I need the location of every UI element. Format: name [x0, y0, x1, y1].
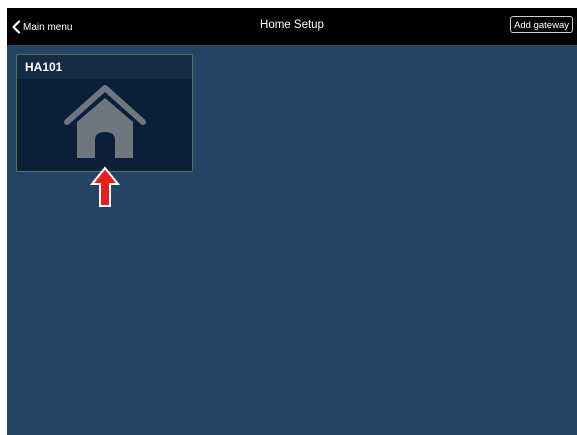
home-setup-screen: Main menu Home Setup Add gateway HA101: [7, 8, 577, 435]
page-title: Home Setup: [260, 19, 324, 31]
gateway-tile-header: HA101: [17, 55, 192, 79]
red-arrow-up-icon: [90, 166, 120, 207]
house-icon: [64, 85, 146, 158]
gateway-name: HA101: [25, 60, 63, 74]
add-gateway-button[interactable]: Add gateway: [510, 16, 573, 33]
gateway-tile[interactable]: HA101: [16, 54, 193, 172]
top-bar: Main menu Home Setup Add gateway: [7, 8, 577, 45]
